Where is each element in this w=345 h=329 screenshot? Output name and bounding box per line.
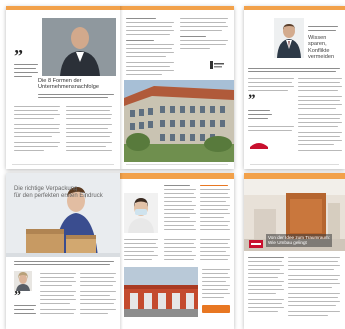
right-page: Wissen sparen, Konflikte vermeiden ” bbox=[244, 6, 345, 169]
article-headline: Die richtige Verpackung für den perfekte… bbox=[14, 186, 103, 199]
magazine-spread-umbau: Von der Idee zum Traumraum: Wie Umbau ge… bbox=[244, 173, 345, 329]
top-color-band bbox=[120, 173, 234, 179]
article-headline: Von der Idee zum Traumraum: Wie Umbau ge… bbox=[266, 234, 333, 247]
warehouse-photo bbox=[124, 267, 198, 317]
company-logo bbox=[249, 235, 263, 248]
quote-mark: ” bbox=[248, 92, 256, 108]
article-headline: Wissen sparen, Konflikte vermeiden bbox=[308, 35, 335, 61]
top-color-band bbox=[6, 6, 120, 10]
publisher-logo bbox=[210, 56, 224, 69]
left-page: Von der Idee zum Traumraum: Wie Umbau ge… bbox=[244, 173, 345, 329]
portrait-photo-man bbox=[274, 18, 304, 58]
magazine-spread-nachfolge: ” Die 8 Formen der Unternehmensnachfolge bbox=[6, 6, 234, 169]
photo-woman-mask bbox=[124, 193, 158, 233]
top-color-band bbox=[244, 6, 345, 10]
magazine-spread-wissen: Wissen sparen, Konflikte vermeiden ” bbox=[244, 6, 345, 169]
magazine-spread-verpackung: Die richtige Verpackung für den perfekte… bbox=[6, 173, 234, 329]
quote-mark: ” bbox=[14, 289, 21, 304]
office-building-photo bbox=[124, 80, 234, 162]
article-headline: Die 8 Formen der Unternehmensnachfolge bbox=[38, 78, 99, 91]
top-color-band bbox=[120, 6, 234, 10]
left-page: Die richtige Verpackung für den perfekte… bbox=[6, 173, 120, 329]
portrait-photo-woman bbox=[14, 271, 32, 291]
contact-box bbox=[202, 305, 230, 313]
right-page bbox=[120, 6, 234, 169]
portrait-photo-man bbox=[42, 18, 116, 76]
right-page bbox=[120, 173, 234, 329]
red-book-logo bbox=[248, 136, 270, 149]
left-page: ” Die 8 Formen der Unternehmensnachfolge bbox=[6, 6, 120, 169]
